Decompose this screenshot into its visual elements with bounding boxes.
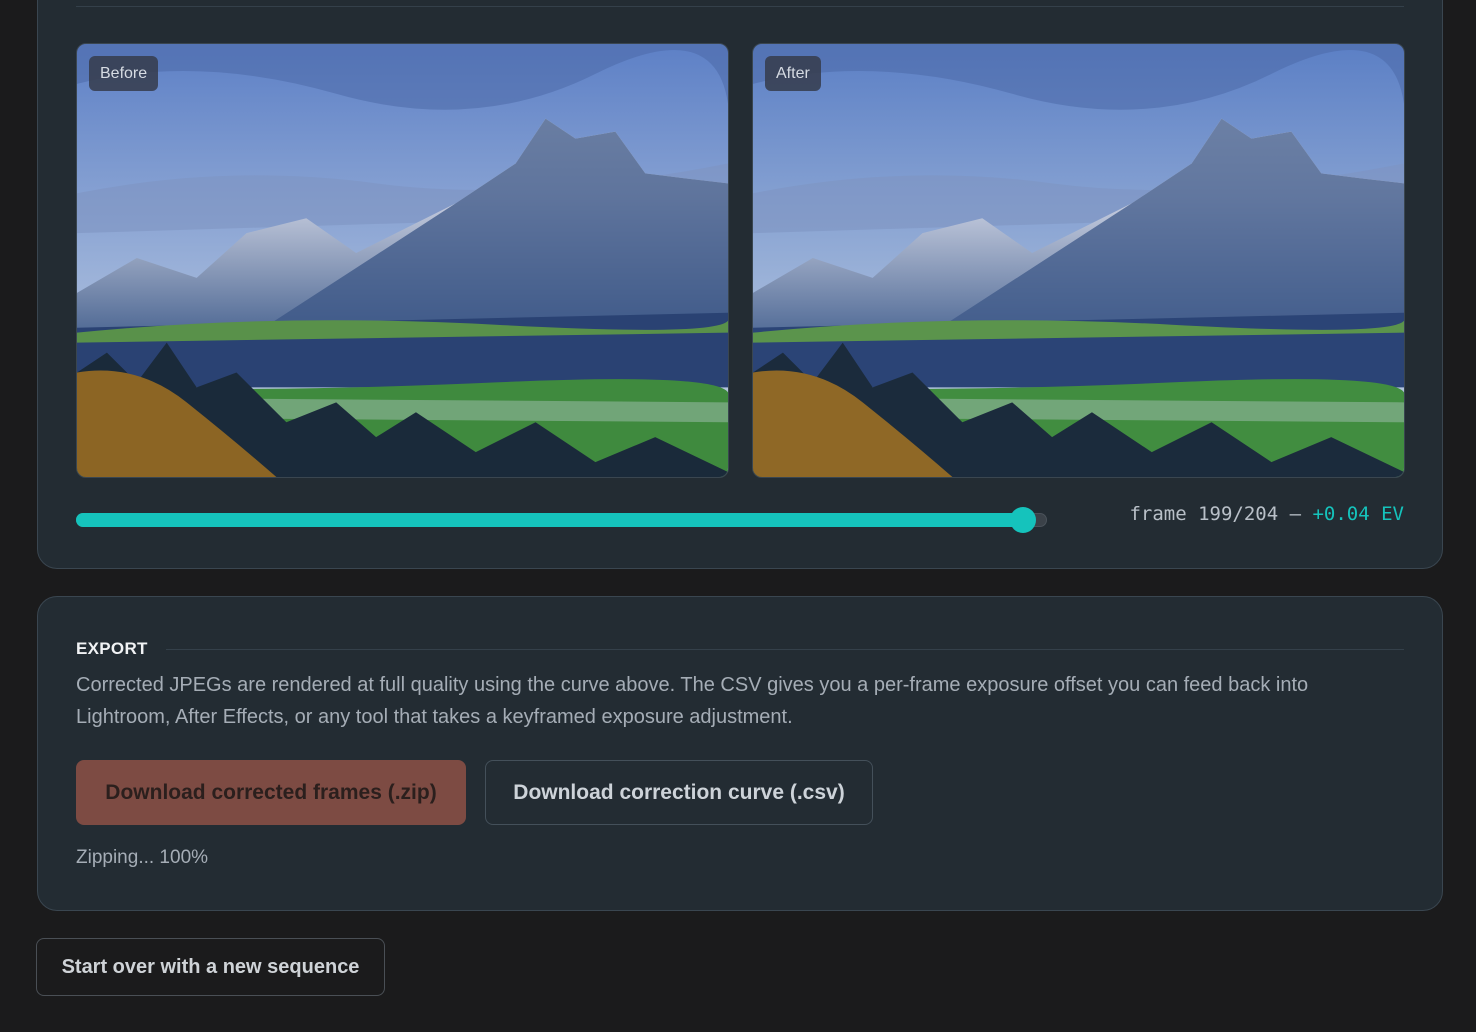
after-badge: After: [765, 56, 821, 91]
preview-card: Before After frame 199/204 — +0.04 EV: [37, 0, 1443, 569]
before-badge: Before: [89, 56, 159, 91]
export-description: Corrected JPEGs are rendered at full qua…: [76, 674, 1309, 728]
download-zip-button[interactable]: Download corrected frames (.zip): [76, 760, 466, 825]
divider: [76, 6, 1404, 7]
frame-readout: frame 199/204 — +0.04 EV: [1129, 503, 1404, 525]
download-csv-button[interactable]: Download correction curve (.csv): [485, 760, 873, 825]
zip-status: Zipping... 100%: [76, 847, 209, 868]
slider-thumb[interactable]: [1010, 507, 1037, 533]
landscape-photo: [753, 44, 1404, 477]
ev-offset: +0.04 EV: [1312, 503, 1404, 525]
frame-counter: frame 199/204 —: [1129, 503, 1302, 525]
divider: [165, 648, 1404, 650]
landscape-photo: [77, 44, 728, 477]
start-over-button[interactable]: Start over with a new sequence: [36, 938, 385, 996]
section-title: EXPORT: [76, 639, 148, 658]
slider-fill: [76, 513, 1024, 527]
export-card: EXPORT Corrected JPEGs are rendered at f…: [37, 596, 1443, 911]
before-image: Before: [76, 43, 729, 478]
after-image: After: [752, 43, 1405, 478]
frame-slider[interactable]: [76, 506, 1047, 534]
export-header: EXPORT: [76, 639, 1404, 659]
